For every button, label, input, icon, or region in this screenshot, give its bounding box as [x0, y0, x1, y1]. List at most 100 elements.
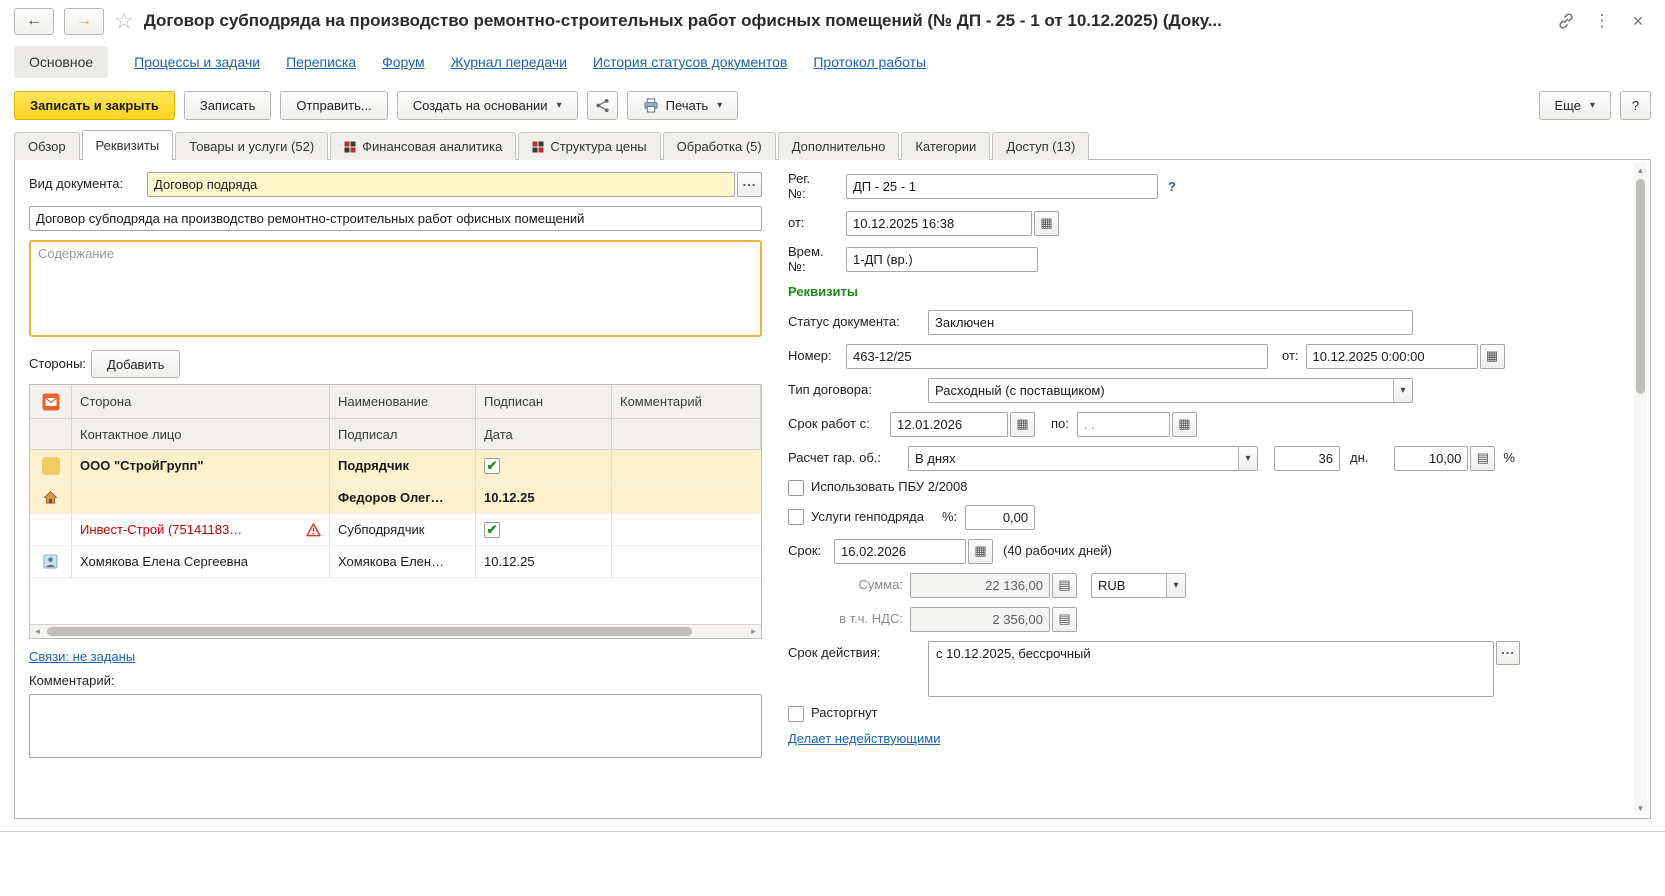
col-name[interactable]: Наименование [330, 385, 476, 419]
terminated-checkbox[interactable] [788, 706, 804, 722]
tab-financial-analytics[interactable]: Финансовая аналитика [330, 132, 516, 160]
nav-link-status-history[interactable]: История статусов документов [593, 54, 787, 70]
currency-combo[interactable]: RUB [1091, 573, 1186, 598]
horizontal-scrollbar[interactable] [30, 624, 761, 638]
number-date-label: от: [1282, 349, 1299, 364]
nav-link-transfer-log[interactable]: Журнал передачи [451, 54, 567, 70]
more-button[interactable]: Еще [1539, 91, 1611, 120]
amount-field[interactable]: 22 136,00 [910, 573, 1050, 598]
tab-goods-services[interactable]: Товары и услуги (52) [175, 132, 328, 160]
save-button[interactable]: Записать [184, 91, 272, 120]
nav-link-processes[interactable]: Процессы и задачи [134, 54, 260, 70]
scroll-up-icon[interactable] [1634, 163, 1647, 177]
share-button[interactable] [587, 91, 618, 120]
save-and-close-button[interactable]: Записать и закрыть [14, 91, 175, 120]
validity-select-button[interactable] [1496, 641, 1520, 665]
calendar-icon[interactable] [968, 539, 993, 564]
contract-type-combo[interactable]: Расходный (с поставщиком) [928, 378, 1413, 403]
print-button[interactable]: Печать [627, 91, 739, 120]
comment-textarea[interactable] [29, 694, 762, 758]
table-row[interactable]: Инвест-Строй (75141183… Субподрядчик ✔ [30, 514, 761, 546]
current-row-marker [42, 457, 60, 475]
table-row[interactable]: Хомякова Елена Сергеевна Хомякова Елен… … [30, 546, 761, 578]
reg-number-field[interactable]: ДП - 25 - 1 [846, 174, 1158, 199]
general-contract-checkbox[interactable] [788, 509, 804, 525]
relations-link[interactable]: Связи: не заданы [29, 649, 135, 664]
scroll-right-icon[interactable] [746, 625, 761, 638]
scroll-down-icon[interactable] [1634, 801, 1647, 815]
get-link-icon[interactable] [1553, 8, 1579, 34]
add-party-button[interactable]: Добавить [91, 350, 180, 378]
col-date[interactable]: Дата [476, 419, 612, 450]
send-button[interactable]: Отправить... [280, 91, 387, 120]
doc-kind-select-button[interactable] [737, 172, 762, 197]
warranty-calc-combo[interactable]: В днях [908, 446, 1258, 471]
col-signer[interactable]: Подписал [330, 419, 476, 450]
close-icon[interactable] [1625, 8, 1651, 34]
create-based-on-button[interactable]: Создать на основании [397, 91, 578, 120]
window-menu-icon[interactable] [1589, 8, 1615, 34]
dropdown-arrow-icon[interactable] [1393, 379, 1412, 402]
calendar-icon[interactable] [1034, 211, 1059, 236]
calculator-icon[interactable] [1470, 446, 1495, 471]
table-row[interactable]: ООО "СтройГрупп" Подрядчик ✔ [30, 450, 761, 482]
dropdown-arrow-icon[interactable] [1238, 447, 1257, 470]
vertical-scrollbar[interactable] [1634, 163, 1647, 815]
help-button[interactable]: ? [1620, 91, 1651, 120]
scroll-left-icon[interactable] [30, 625, 45, 638]
signed-checkbox[interactable]: ✔ [484, 522, 500, 538]
back-button[interactable] [14, 8, 54, 35]
work-period-to-field[interactable]: . . [1077, 412, 1170, 437]
status-field[interactable]: Заключен [928, 310, 1413, 335]
dropdown-arrow-icon[interactable] [1166, 574, 1185, 597]
share-icon [595, 98, 610, 113]
nav-main[interactable]: Основное [14, 46, 108, 78]
vat-field[interactable]: 2 356,00 [910, 607, 1050, 632]
calendar-icon[interactable] [1480, 344, 1505, 369]
tab-categories[interactable]: Категории [901, 132, 990, 160]
content-textarea[interactable]: Содержание [29, 240, 762, 337]
signed-checkbox[interactable]: ✔ [484, 458, 500, 474]
validity-field[interactable]: с 10.12.2025, бессрочный [928, 641, 1494, 697]
calendar-icon[interactable] [1010, 412, 1035, 437]
table-row[interactable]: Федоров Олег… 10.12.25 [30, 482, 761, 514]
hscroll-thumb[interactable] [47, 627, 692, 636]
warranty-percent-field[interactable]: 10,00 [1394, 446, 1468, 471]
reg-date-field[interactable]: 10.12.2025 16:38 [846, 211, 1032, 236]
number-date-field[interactable]: 10.12.2025 0:00:00 [1306, 344, 1478, 369]
warranty-days-field[interactable]: 36 [1274, 446, 1340, 471]
doc-kind-field[interactable]: Договор подряда [147, 172, 735, 197]
due-date-field[interactable]: 16.02.2026 [834, 539, 966, 564]
tab-processing[interactable]: Обработка (5) [663, 132, 776, 160]
calculator-icon[interactable] [1052, 607, 1077, 632]
hscroll-track[interactable] [45, 626, 746, 637]
col-signed[interactable]: Подписан [476, 385, 612, 419]
doc-name-field[interactable]: Договор субподряда на производство ремон… [29, 206, 762, 231]
vscroll-thumb[interactable] [1636, 179, 1645, 394]
vscroll-track[interactable] [1635, 177, 1646, 801]
terminated-label: Расторгнут [811, 706, 878, 721]
temp-number-field[interactable]: 1-ДП (вр.) [846, 247, 1038, 272]
tab-access[interactable]: Доступ (13) [992, 132, 1089, 160]
nav-link-correspondence[interactable]: Переписка [286, 54, 356, 70]
general-contract-percent-field[interactable]: 0,00 [965, 505, 1035, 530]
tab-overview[interactable]: Обзор [14, 132, 80, 160]
number-field[interactable]: 463-12/25 [846, 344, 1268, 369]
create-based-on-label: Создать на основании [413, 98, 548, 113]
calculator-icon[interactable] [1052, 573, 1077, 598]
tab-requisites[interactable]: Реквизиты [82, 130, 174, 160]
favorite-star-icon[interactable] [114, 8, 134, 34]
calendar-icon[interactable] [1172, 412, 1197, 437]
work-period-from-field[interactable]: 12.01.2026 [890, 412, 1008, 437]
tab-additional[interactable]: Дополнительно [778, 132, 900, 160]
col-party[interactable]: Сторона [72, 385, 330, 419]
invalidates-link[interactable]: Делает недействующими [788, 731, 940, 746]
pbu-checkbox[interactable] [788, 480, 804, 496]
nav-link-work-protocol[interactable]: Протокол работы [813, 54, 926, 70]
forward-button[interactable] [64, 8, 104, 35]
reg-help-link[interactable]: ? [1168, 179, 1176, 194]
col-comment[interactable]: Комментарий [612, 385, 761, 419]
col-contact[interactable]: Контактное лицо [72, 419, 330, 450]
nav-link-forum[interactable]: Форум [382, 54, 425, 70]
tab-price-structure[interactable]: Структура цены [518, 132, 660, 160]
